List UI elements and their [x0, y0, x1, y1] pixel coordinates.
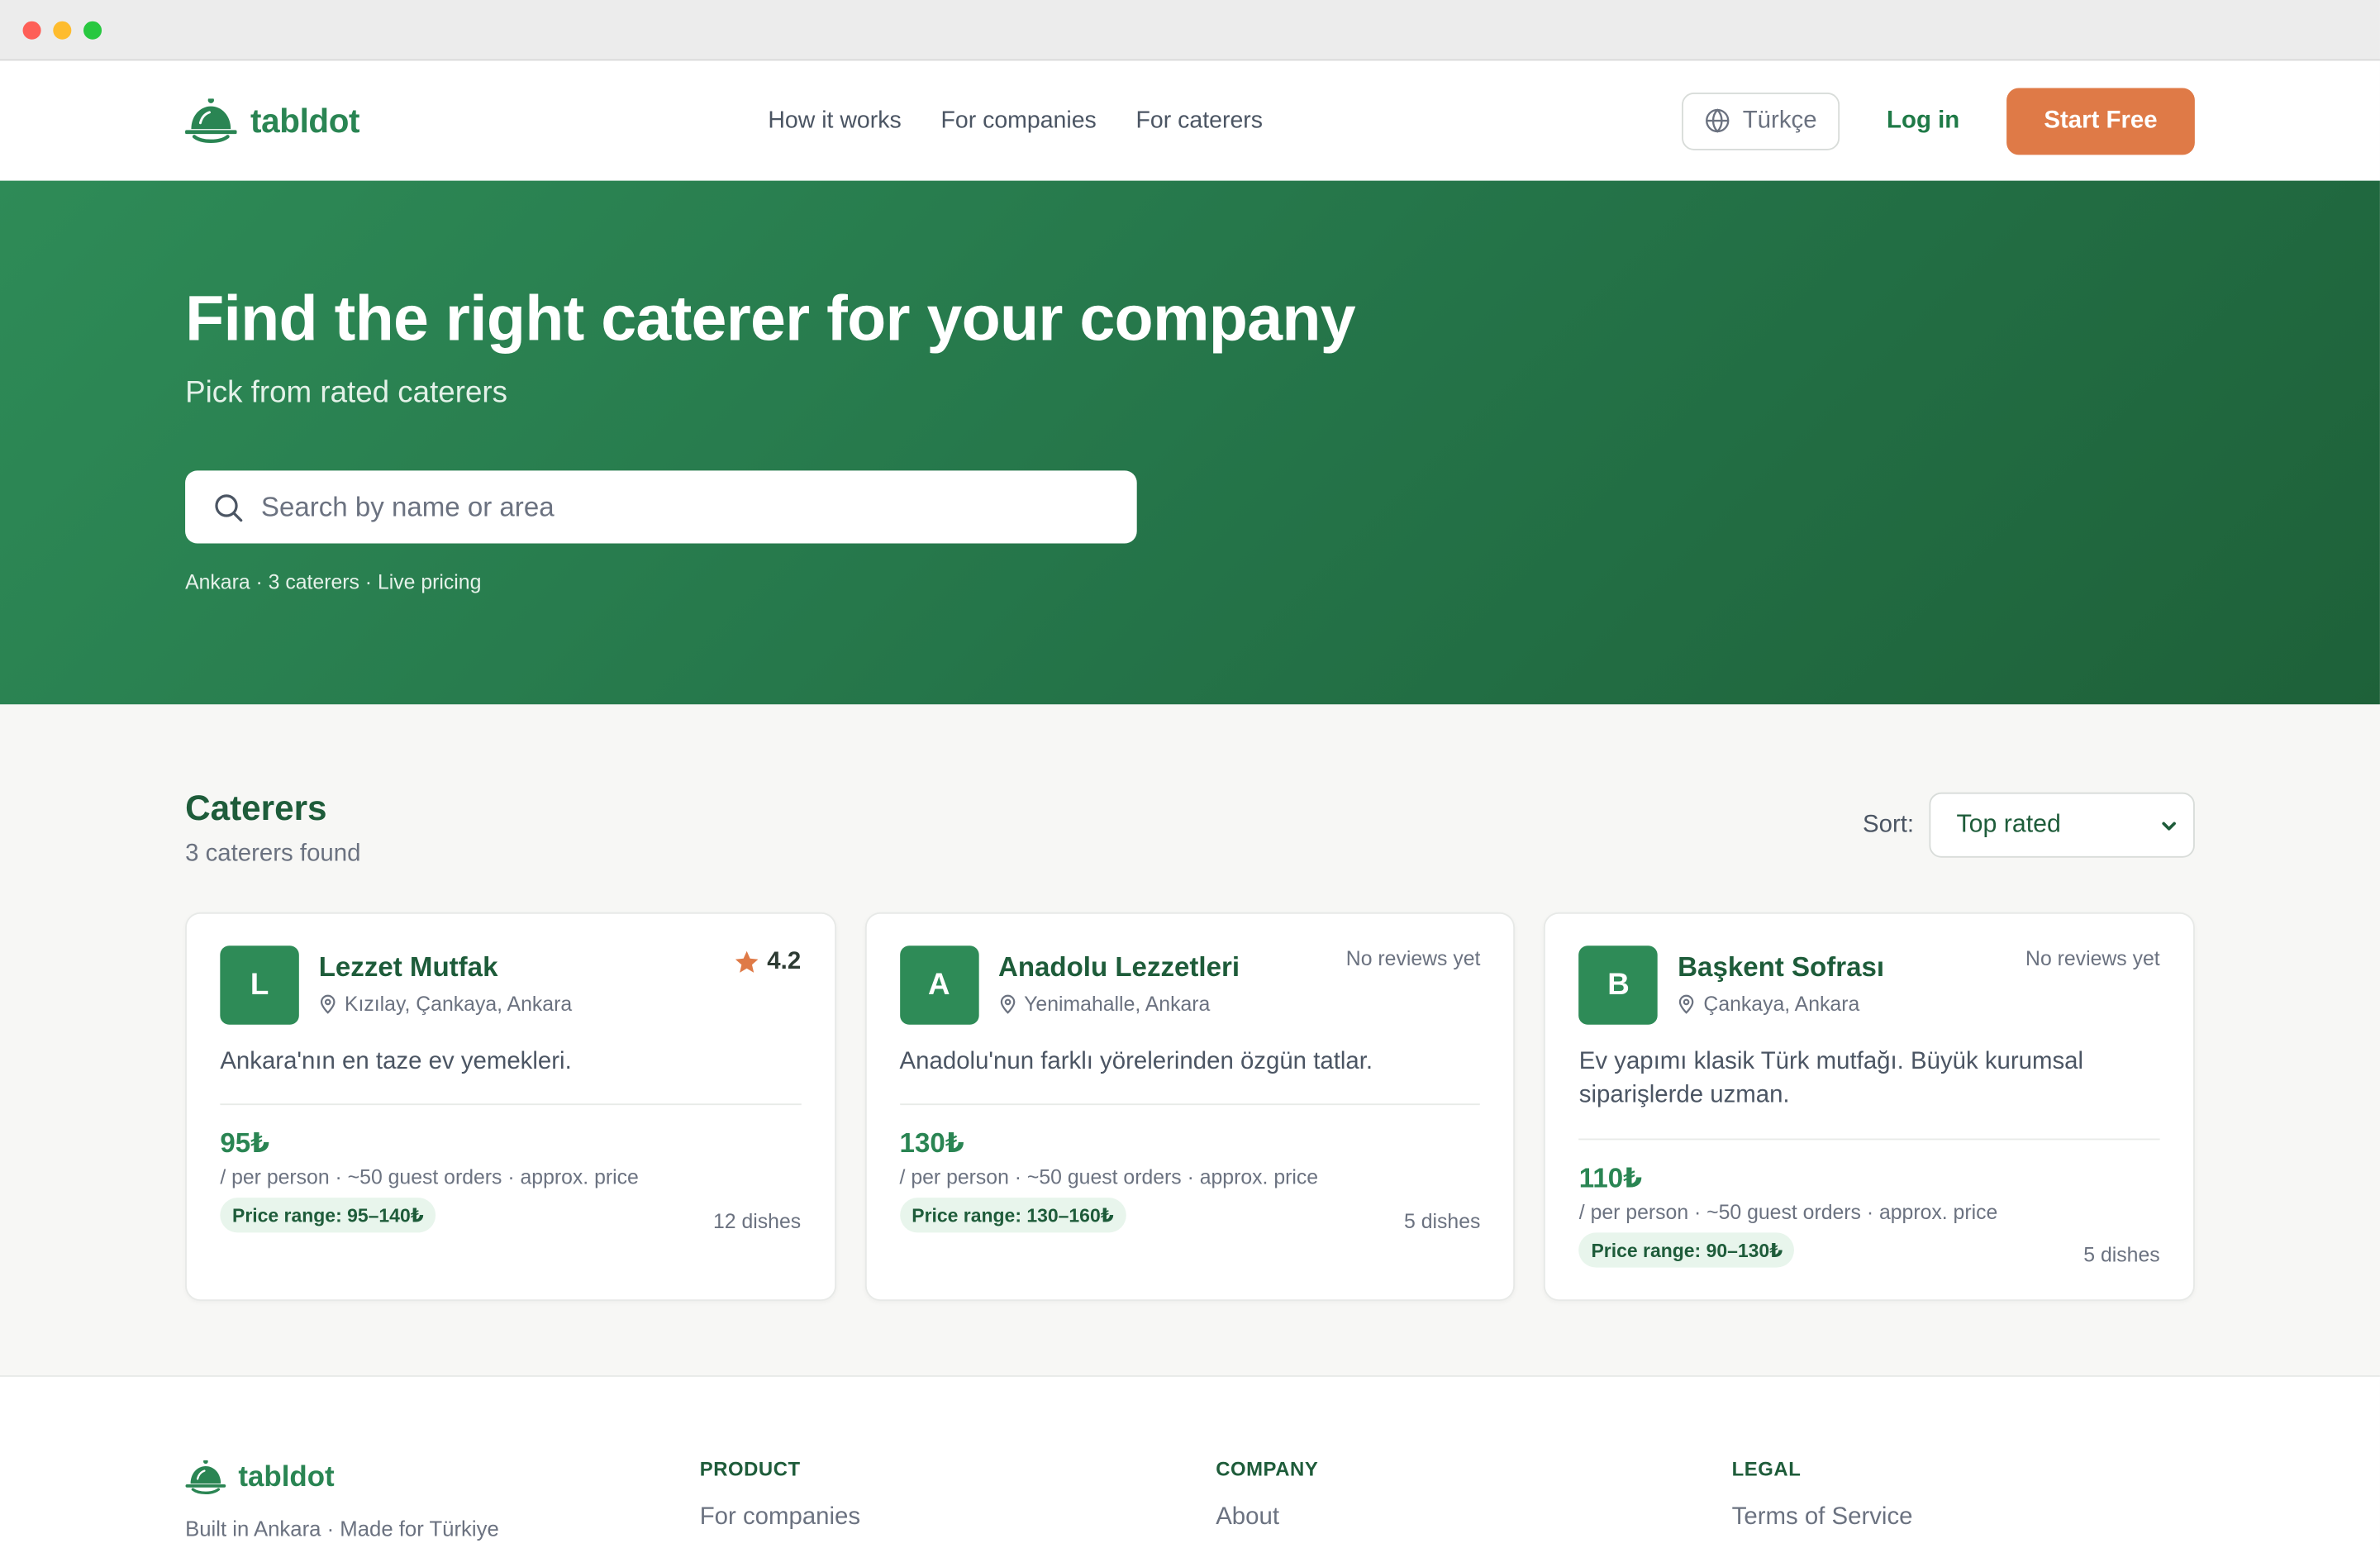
caterer-location: Çankaya, Ankara: [1678, 993, 1884, 1016]
dish-count: 5 dishes: [2083, 1243, 2160, 1266]
login-link[interactable]: Log in: [1887, 107, 1959, 134]
footer-brand-name: tabldot: [238, 1460, 335, 1493]
site-footer: tabldot Built in Ankara · Made for Türki…: [0, 1375, 2380, 1548]
chevron-down-icon: [2162, 821, 2176, 830]
caterer-avatar: B: [1578, 945, 1659, 1025]
window-titlebar: [0, 0, 2380, 61]
price-note: / per person · ~50 guest orders · approx…: [220, 1166, 639, 1189]
brand-logo[interactable]: tabldot: [185, 98, 360, 143]
no-reviews-label: No reviews yet: [2025, 947, 2160, 970]
caterer-avatar: A: [899, 945, 979, 1025]
search-bar[interactable]: [185, 470, 1137, 545]
footer-column-legal: LEGAL Terms of Service: [1732, 1457, 1913, 1531]
footer-link-terms[interactable]: Terms of Service: [1732, 1504, 1913, 1531]
caterer-list: L Lezzet Mutfak Kızılay, Çankaya, Ankara: [185, 912, 2195, 1302]
minimize-window-button[interactable]: [53, 20, 72, 39]
caterer-name[interactable]: Anadolu Lezzetleri: [998, 952, 1240, 984]
footer-column-product: PRODUCT For companies: [700, 1457, 860, 1531]
footer-column-title: PRODUCT: [699, 1457, 801, 1480]
caterer-name[interactable]: Başkent Sofrası: [1678, 952, 1884, 984]
caterers-section: Caterers 3 caterers found Sort: Top rate…: [0, 704, 2380, 1302]
price-range-badge: Price range: 130–160₺: [899, 1198, 1126, 1234]
maximize-window-button[interactable]: [83, 20, 102, 39]
rating-value: 4.2: [767, 948, 802, 975]
card-divider: [220, 1103, 802, 1106]
site-header: tabldot How it works For companies For c…: [0, 60, 2380, 181]
caterer-description: Anadolu'nun farklı yörelerinden özgün ta…: [899, 1049, 1373, 1075]
price-range-badge: Price range: 90–130₺: [1578, 1231, 1795, 1268]
footer-column-title: LEGAL: [1731, 1457, 1802, 1480]
price-range-badge: Price range: 95–140₺: [220, 1198, 436, 1234]
footer-column-company: COMPANY About: [1216, 1457, 1318, 1531]
dish-count: 12 dishes: [713, 1209, 802, 1233]
caterer-avatar: L: [220, 945, 299, 1025]
location-text: Yenimahalle, Ankara: [1024, 993, 1211, 1016]
nav-for-caterers[interactable]: For caterers: [1136, 107, 1263, 134]
caterer-card[interactable]: B Başkent Sofrası Çankaya, Ankara No rev…: [1544, 912, 2195, 1302]
caterer-card[interactable]: L Lezzet Mutfak Kızılay, Çankaya, Ankara: [185, 912, 836, 1302]
header-actions: Türkçe Log in Start Free: [1682, 87, 2195, 155]
dish-count: 5 dishes: [1404, 1209, 1481, 1233]
card-heading: Anadolu Lezzetleri Yenimahalle, Ankara: [998, 952, 1240, 1016]
footer-link-about[interactable]: About: [1216, 1504, 1318, 1531]
location-pin-icon: [320, 994, 336, 1014]
caterer-location: Yenimahalle, Ankara: [998, 993, 1240, 1016]
hero-section: Find the right caterer for your company …: [0, 180, 2380, 705]
price-per-person: 110₺: [1578, 1162, 1643, 1193]
sort-label: Sort:: [1863, 811, 1915, 837]
footer-tagline: Built in Ankara · Made for Türkiye: [185, 1516, 499, 1541]
language-button[interactable]: Türkçe: [1682, 92, 1840, 150]
browser-window: tabldot How it works For companies For c…: [0, 0, 2380, 1548]
location-text: Çankaya, Ankara: [1703, 993, 1860, 1016]
hero-title: Find the right caterer for your company: [185, 282, 1356, 354]
star-icon: [735, 950, 759, 973]
price-per-person: 95₺: [220, 1128, 270, 1160]
card-heading: Başkent Sofrası Çankaya, Ankara: [1678, 952, 1884, 1016]
footer-logo[interactable]: tabldot: [185, 1460, 335, 1495]
price-note: / per person · ~50 guest orders · approx…: [1578, 1200, 1998, 1223]
location-pin-icon: [1679, 994, 1694, 1014]
price-per-person: 130₺: [899, 1128, 964, 1160]
hero-subtitle: Pick from rated caterers: [185, 377, 508, 411]
sort-control: Sort: Top rated: [1863, 792, 2195, 858]
sort-select[interactable]: Top rated: [1929, 792, 2195, 858]
footer-column-title: COMPANY: [1216, 1457, 1319, 1480]
hero-meta: Ankara · 3 caterers · Live pricing: [185, 571, 482, 594]
search-input[interactable]: [260, 491, 1081, 524]
globe-icon: [1706, 108, 1730, 133]
nav-for-companies[interactable]: For companies: [940, 107, 1096, 134]
brand-name: tabldot: [250, 101, 360, 140]
sort-value: Top rated: [1956, 810, 2061, 838]
main-nav: How it works For companies For caterers: [768, 107, 1263, 134]
location-pin-icon: [1000, 994, 1015, 1014]
card-header: L Lezzet Mutfak Kızılay, Çankaya, Ankara: [220, 945, 801, 1025]
caterer-location: Kızılay, Çankaya, Ankara: [319, 993, 572, 1016]
search-icon: [215, 493, 243, 522]
caterer-name[interactable]: Lezzet Mutfak: [319, 952, 572, 984]
location-text: Kızılay, Çankaya, Ankara: [344, 993, 573, 1016]
card-heading: Lezzet Mutfak Kızılay, Çankaya, Ankara: [319, 952, 572, 1016]
nav-how-it-works[interactable]: How it works: [768, 107, 901, 134]
close-window-button[interactable]: [22, 20, 41, 39]
card-divider: [1578, 1138, 2160, 1140]
cloche-icon: [185, 98, 237, 143]
footer-link-for-companies[interactable]: For companies: [700, 1504, 860, 1531]
cloche-icon: [185, 1460, 226, 1495]
caterer-description: Ankara'nın en taze ev yemekleri.: [220, 1049, 572, 1075]
card-divider: [899, 1103, 1481, 1106]
start-free-button[interactable]: Start Free: [2006, 87, 2195, 155]
price-note: / per person · ~50 guest orders · approx…: [899, 1166, 1319, 1189]
caterer-description: Ev yapımı klasik Türk mutfağı. Büyük kur…: [1578, 1049, 2084, 1109]
caterer-card[interactable]: A Anadolu Lezzetleri Yenimahalle, Ankara…: [864, 912, 1516, 1302]
language-label: Türkçe: [1742, 107, 1817, 133]
no-reviews-label: No reviews yet: [1345, 947, 1481, 970]
rating-badge: 4.2: [734, 949, 801, 976]
